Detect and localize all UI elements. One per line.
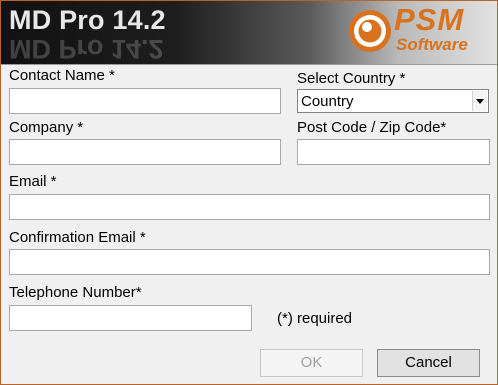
company-input[interactable] bbox=[9, 139, 281, 165]
country-selected-value: Country bbox=[301, 93, 354, 110]
header-banner: MD Pro 14.2 MD Pro 14.2 PSM Software bbox=[1, 1, 497, 65]
logo-brand: PSM bbox=[394, 2, 465, 37]
dropdown-button[interactable] bbox=[472, 91, 487, 111]
registration-dialog: MD Pro 14.2 MD Pro 14.2 PSM Software Con… bbox=[0, 0, 498, 385]
post-code-label: Post Code / Zip Code* bbox=[297, 119, 447, 136]
required-note: (*) required bbox=[277, 310, 353, 327]
email-label: Email * bbox=[9, 173, 57, 190]
telephone-label: Telephone Number* bbox=[9, 284, 142, 301]
confirmation-email-input[interactable] bbox=[9, 249, 490, 275]
company-label: Company * bbox=[9, 119, 84, 136]
confirmation-email-label: Confirmation Email * bbox=[9, 229, 146, 246]
chevron-down-icon bbox=[476, 98, 484, 104]
telephone-input[interactable] bbox=[9, 305, 252, 331]
contact-name-input[interactable] bbox=[9, 88, 281, 114]
cancel-button[interactable]: Cancel bbox=[377, 349, 480, 377]
psm-logo-icon bbox=[349, 10, 391, 52]
app-title: MD Pro 14.2 bbox=[9, 5, 166, 35]
app-title-reflection: MD Pro 14.2 bbox=[9, 34, 164, 64]
logo-sub: Software bbox=[396, 35, 468, 54]
post-code-input[interactable] bbox=[297, 139, 490, 165]
country-label: Select Country * bbox=[297, 70, 406, 87]
logo-wordmark: PSM Software bbox=[394, 4, 468, 54]
email-input[interactable] bbox=[9, 194, 490, 220]
ok-button[interactable]: OK bbox=[260, 349, 363, 377]
country-select[interactable]: Country bbox=[297, 89, 489, 113]
contact-name-label: Contact Name * bbox=[9, 67, 115, 84]
